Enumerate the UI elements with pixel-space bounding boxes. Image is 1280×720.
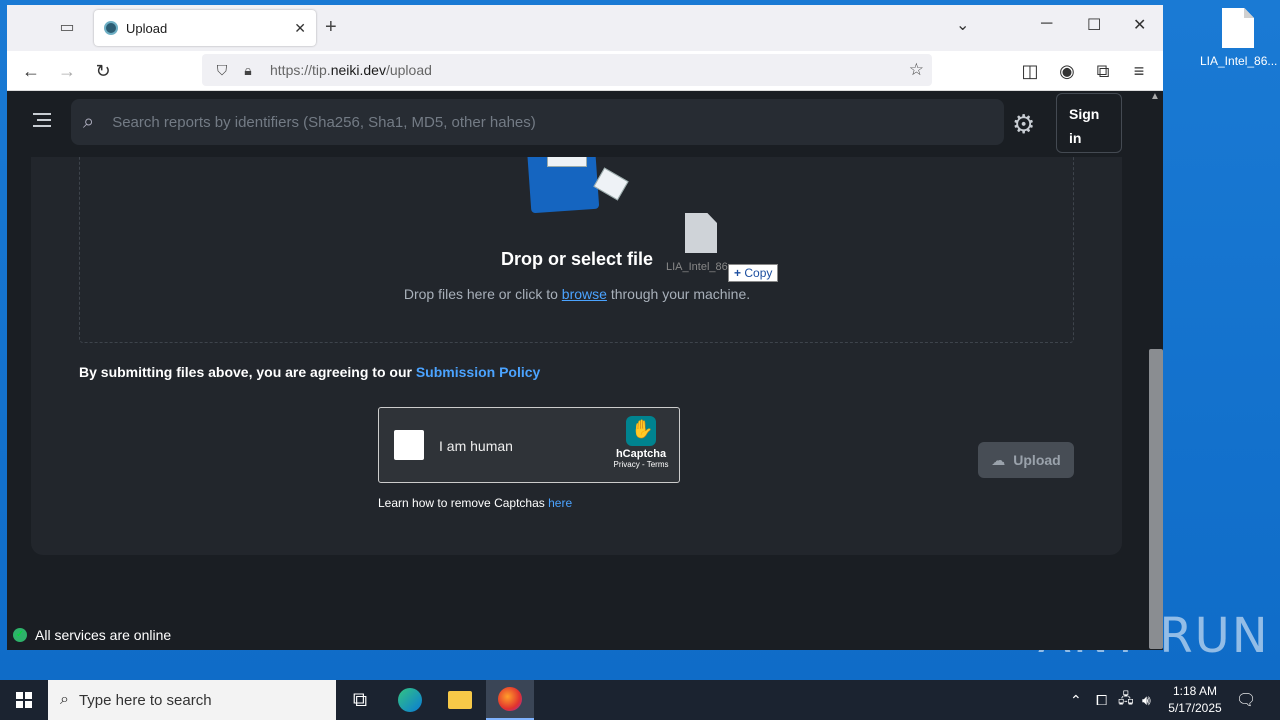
upload-button[interactable]: ☁ Upload (978, 442, 1074, 478)
submission-policy-link[interactable]: Submission Policy (416, 364, 540, 380)
status-ok-icon: ✓ (13, 628, 27, 642)
start-button[interactable] (0, 680, 48, 720)
extensions-icon[interactable]: ⧉ (1091, 59, 1115, 83)
maximize-icon[interactable]: ☐ (1087, 15, 1101, 35)
url-text[interactable]: https://tip.neiki.dev/upload (270, 62, 432, 78)
browser-window: ▭ Upload ✕ + ⌄ ─ ☐ ✕ ← → ↻ ⛉ 🔒︎ https://… (7, 5, 1163, 650)
edge-taskbar-button[interactable] (386, 680, 434, 720)
tab-bar: ▭ Upload ✕ + ⌄ ─ ☐ ✕ (7, 5, 1163, 51)
site-header: ⌕ Search reports by identifiers (Sha256,… (7, 91, 1147, 157)
page-scrollbar[interactable]: ▲ (1147, 91, 1163, 650)
policy-notice: By submitting files above, you are agree… (79, 364, 540, 380)
sign-in-button[interactable]: Sign in (1056, 93, 1122, 153)
network-icon[interactable]: 🖧︎ (1118, 680, 1134, 720)
hcaptcha-logo-icon (626, 416, 656, 446)
search-icon: ⌕ (60, 691, 69, 708)
shield-icon[interactable]: ⛉ (212, 62, 232, 79)
task-view-icon[interactable]: ⧉ (336, 680, 384, 720)
cloud-upload-icon: ☁ (991, 451, 1006, 468)
lock-icon[interactable]: 🔒︎ (238, 62, 258, 79)
page-content: Drop or select file Drop files here or c… (7, 91, 1147, 650)
remove-captcha-text: Learn how to remove Captchas (378, 496, 549, 510)
show-hidden-icons[interactable]: ⌃ (1070, 680, 1082, 720)
search-placeholder: Search reports by identifiers (Sha256, S… (112, 113, 536, 131)
remove-captcha-link[interactable]: here (548, 496, 572, 510)
edge-icon (398, 688, 422, 712)
clock-date: 5/17/2025 (1168, 701, 1222, 715)
volume-icon[interactable]: 🔊︎ (1142, 680, 1151, 720)
close-tab-icon[interactable]: ✕ (294, 20, 306, 37)
hamburger-menu-icon[interactable] (33, 113, 51, 131)
desktop-file-label: LIA_Intel_86... (1200, 54, 1278, 68)
list-all-tabs-icon[interactable]: ⌄ (956, 15, 969, 35)
pocket-icon[interactable]: ◫ (1018, 59, 1042, 83)
firefox-taskbar-button[interactable] (486, 680, 534, 720)
remove-captcha-notice: Learn how to remove Captchas here (378, 496, 572, 510)
captcha-checkbox[interactable] (394, 430, 424, 460)
new-tab-icon[interactable]: + (325, 16, 337, 39)
clock-time: 1:18 AM (1172, 684, 1218, 698)
taskbar-search-input[interactable]: ⌕ Type here to search (48, 680, 336, 720)
browse-link[interactable]: browse (562, 286, 607, 302)
hcaptcha-widget[interactable]: I am human hCaptcha Privacy - Terms (378, 407, 680, 483)
menu-icon[interactable]: ≡ (1127, 59, 1151, 83)
drop-subtitle: Drop files here or click to browse throu… (7, 286, 1147, 302)
report-search-input[interactable]: ⌕ Search reports by identifiers (Sha256,… (71, 99, 1004, 145)
taskbar: ⌕ Type here to search ⧉ ⌃ ⧠ 🖧︎ 🔊︎ 1:18 A… (0, 680, 1280, 720)
captcha-label: I am human (439, 438, 513, 454)
tab-title: Upload (126, 20, 168, 36)
nav-bar: ← → ↻ ⛉ 🔒︎ https://tip.neiki.dev/upload … (7, 51, 1163, 91)
account-icon[interactable]: ◉ (1055, 59, 1079, 83)
search-icon: ⌕ (83, 110, 95, 133)
upload-button-label: Upload (1013, 452, 1061, 468)
bookmark-star-icon[interactable]: ☆ (909, 60, 924, 80)
dragged-file-icon (685, 213, 717, 253)
copy-cursor-badge: + Copy (728, 264, 779, 282)
copy-badge-label: Copy (744, 266, 773, 280)
scroll-up-icon[interactable]: ▲ (1150, 91, 1160, 102)
forward-icon[interactable]: → (55, 59, 79, 83)
drop-sub-text-end: through your machine. (606, 286, 751, 302)
tab-list-icon[interactable]: ▭ (55, 16, 79, 40)
system-clock[interactable]: 1:18 AM 5/17/2025 (1160, 683, 1230, 717)
tab-upload[interactable]: Upload ✕ (94, 10, 316, 46)
desktop-file-icon[interactable]: LIA_Intel_86... (1200, 8, 1278, 68)
folder-icon (448, 691, 472, 709)
service-status: ✓ All services are online (13, 627, 171, 643)
site-favicon-icon (104, 21, 118, 35)
hcaptcha-brand: hCaptcha Privacy - Terms (613, 416, 669, 469)
file-icon (1222, 8, 1254, 48)
policy-text: By submitting files above, you are agree… (79, 364, 416, 380)
dragged-file-label: LIA_Intel_86 (666, 261, 728, 273)
firefox-icon (498, 687, 522, 711)
windows-logo-icon (16, 692, 32, 708)
scroll-thumb[interactable] (1149, 349, 1163, 649)
drop-title: Drop or select file (500, 249, 654, 269)
device-icon[interactable]: ⧠ (1096, 680, 1107, 720)
status-text: All services are online (35, 627, 172, 643)
drop-sub-text: Drop files here or click to (403, 286, 562, 302)
notifications-icon[interactable]: 🗨︎ (1236, 690, 1256, 710)
minimize-icon[interactable]: ─ (1041, 15, 1052, 33)
back-icon[interactable]: ← (19, 59, 43, 83)
file-explorer-taskbar-button[interactable] (436, 680, 484, 720)
close-window-icon[interactable]: ✕ (1133, 15, 1146, 35)
url-bar[interactable]: ⛉ 🔒︎ https://tip.neiki.dev/upload ☆ (202, 54, 932, 86)
taskbar-search-placeholder: Type here to search (78, 691, 212, 709)
gear-icon[interactable]: ⚙ (1012, 109, 1035, 140)
reload-icon[interactable]: ↻ (91, 59, 115, 83)
hcaptcha-terms[interactable]: Privacy - Terms (613, 460, 669, 469)
hcaptcha-name: hCaptcha (615, 448, 667, 460)
plus-icon: + (734, 266, 742, 280)
